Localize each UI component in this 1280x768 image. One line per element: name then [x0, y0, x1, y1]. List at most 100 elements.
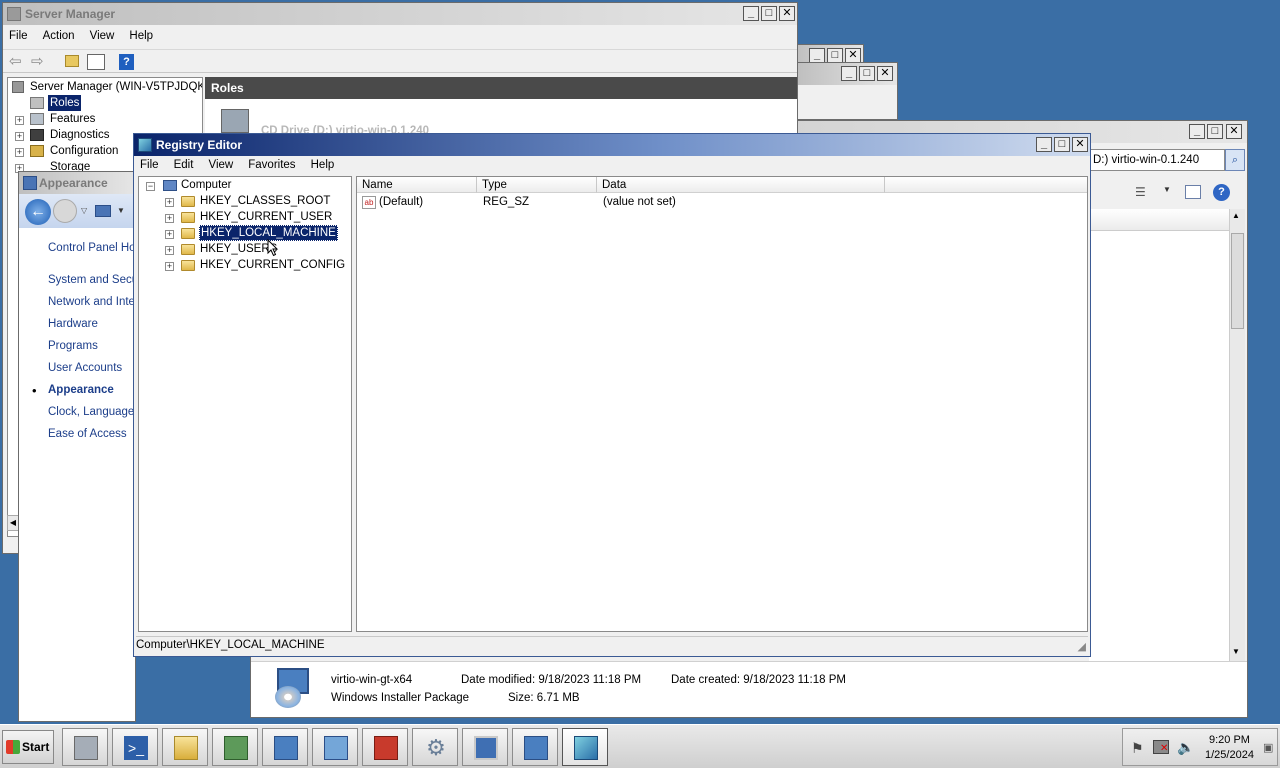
taskbar-remote-desktop[interactable] — [462, 728, 508, 766]
tree-item-configuration[interactable]: Configuration — [50, 143, 118, 159]
expand-hkey-classes-root[interactable]: + — [165, 198, 174, 207]
column-header-filler — [885, 177, 1087, 193]
column-header-data[interactable]: Data — [597, 177, 885, 193]
menu-edit[interactable]: Edit — [168, 156, 200, 171]
expand-hkey-current-config[interactable]: + — [165, 262, 174, 271]
chevron-down-icon[interactable]: ▽ — [81, 206, 87, 215]
expand-configuration[interactable]: + — [15, 148, 24, 157]
menu-help[interactable]: Help — [305, 156, 341, 171]
vertical-scrollbar[interactable]: ▲ ▼ — [1229, 209, 1245, 661]
registry-editor-window: Registry Editor _ □ ✕ File Edit View Fav… — [133, 133, 1091, 657]
status-path: Computer\HKEY_LOCAL_MACHINE — [136, 639, 325, 651]
taskbar-server-manager[interactable] — [62, 728, 108, 766]
minimize-button[interactable]: _ — [1036, 137, 1052, 152]
show-desktop-button[interactable]: ▣ — [1263, 741, 1273, 754]
menu-file[interactable]: File — [134, 156, 165, 171]
folder-icon — [174, 736, 198, 760]
forward-button[interactable] — [53, 199, 77, 223]
nav-link-ease-of-access[interactable]: Ease of Access — [48, 428, 127, 440]
nav-link-user-accounts[interactable]: User Accounts — [48, 362, 122, 374]
expand-hkey-users[interactable]: + — [165, 246, 174, 255]
menu-favorites[interactable]: Favorites — [242, 156, 301, 171]
collapse-computer[interactable]: − — [146, 182, 155, 191]
close-button[interactable]: ✕ — [1226, 124, 1242, 139]
expand-hkey-local-machine[interactable]: + — [165, 230, 174, 239]
taskbar-network[interactable] — [212, 728, 258, 766]
taskbar-registry-editor[interactable] — [562, 728, 608, 766]
scroll-down-icon[interactable]: ▼ — [1232, 647, 1240, 656]
close-button[interactable]: ✕ — [1072, 137, 1088, 152]
back-arrow-icon[interactable]: ⇦ — [9, 52, 22, 70]
start-button[interactable]: Start — [2, 730, 54, 764]
tree-item-roles[interactable]: Roles — [48, 95, 82, 111]
close-button[interactable]: ✕ — [779, 6, 795, 21]
scrollbar-thumb[interactable] — [1231, 233, 1244, 329]
nav-link-hardware[interactable]: Hardware — [48, 318, 98, 330]
tree-item-hkey-current-user[interactable]: HKEY_CURRENT_USER — [200, 209, 332, 225]
nav-link-programs[interactable]: Programs — [48, 340, 98, 352]
column-header-type[interactable]: Type — [477, 177, 597, 193]
expand-hkey-current-user[interactable]: + — [165, 214, 174, 223]
minimize-button[interactable]: _ — [809, 48, 825, 63]
help-icon[interactable]: ? — [119, 54, 134, 70]
date-created: Date created: 9/18/2023 11:18 PM — [671, 674, 846, 686]
volume-muted-icon[interactable]: 🔈 — [1177, 739, 1194, 756]
resize-grip-icon[interactable]: ◢ — [1078, 639, 1086, 656]
maximize-button[interactable]: □ — [859, 66, 875, 81]
table-row[interactable]: ab (Default) REG_SZ (value not set) — [357, 195, 1087, 211]
expand-features[interactable]: + — [15, 116, 24, 125]
nav-link-network-and-internet[interactable]: Network and Inte — [48, 296, 135, 308]
taskbar-powershell[interactable]: >_ — [112, 728, 158, 766]
tree-root-computer[interactable]: Computer — [181, 177, 232, 193]
taskbar-setup[interactable] — [512, 728, 558, 766]
maximize-button[interactable]: □ — [761, 6, 777, 21]
tree-item-features[interactable]: Features — [50, 111, 95, 127]
menu-help[interactable]: Help — [123, 27, 159, 42]
chevron-down-icon[interactable]: ▼ — [117, 206, 125, 215]
address-bar[interactable]: D:) virtio-win-0.1.240 — [1089, 149, 1225, 171]
menu-view[interactable]: View — [202, 156, 239, 171]
maximize-button[interactable]: □ — [1054, 137, 1070, 152]
close-button[interactable]: ✕ — [845, 48, 861, 63]
action-center-flag-icon[interactable]: ⚑ — [1131, 740, 1144, 757]
minimize-button[interactable]: _ — [1189, 124, 1205, 139]
tree-root-server-manager[interactable]: Server Manager (WIN-V5TPJDQKDI — [30, 79, 202, 95]
tree-item-hkey-current-config[interactable]: HKEY_CURRENT_CONFIG — [200, 257, 345, 273]
help-icon[interactable]: ? — [1213, 184, 1230, 201]
taskbar-toolbox[interactable] — [362, 728, 408, 766]
maximize-button[interactable]: □ — [1207, 124, 1223, 139]
nav-link-appearance[interactable]: Appearance — [48, 384, 114, 396]
view-options-icon[interactable]: ☰ — [1135, 185, 1151, 199]
clock-time[interactable]: 9:20 PM — [1209, 734, 1250, 746]
up-folder-icon[interactable] — [65, 55, 79, 67]
column-header-name[interactable]: Name — [357, 177, 477, 193]
tree-item-hkey-users[interactable]: HKEY_USERS — [200, 241, 277, 257]
scroll-up-icon[interactable]: ▲ — [1232, 211, 1240, 220]
console-tree-icon[interactable] — [87, 54, 105, 70]
taskbar-services[interactable]: ⚙ — [412, 728, 458, 766]
taskbar-installer[interactable] — [262, 728, 308, 766]
chevron-down-icon[interactable]: ▼ — [1163, 185, 1171, 194]
maximize-button[interactable]: □ — [827, 48, 843, 63]
forward-arrow-icon[interactable]: ⇨ — [31, 52, 44, 70]
menu-view[interactable]: View — [84, 27, 121, 42]
tree-item-hkey-classes-root[interactable]: HKEY_CLASSES_ROOT — [200, 193, 330, 209]
menu-file[interactable]: File — [3, 27, 34, 42]
minimize-button[interactable]: _ — [743, 6, 759, 21]
menu-action[interactable]: Action — [37, 27, 81, 42]
nav-link-clock-language[interactable]: Clock, Language, — [48, 406, 135, 418]
back-button[interactable]: ← — [25, 199, 51, 225]
network-status-icon[interactable]: ✕ — [1153, 740, 1169, 754]
tree-item-diagnostics[interactable]: Diagnostics — [50, 127, 109, 143]
search-button[interactable]: ⌕ — [1225, 149, 1245, 171]
minimize-button[interactable]: _ — [841, 66, 857, 81]
taskbar-explorer[interactable] — [162, 728, 208, 766]
nav-link-control-panel-home[interactable]: Control Panel Hom — [48, 242, 135, 254]
expand-diagnostics[interactable]: + — [15, 132, 24, 141]
taskbar-control-panel[interactable] — [312, 728, 358, 766]
close-button[interactable]: ✕ — [877, 66, 893, 81]
nav-link-system-and-security[interactable]: System and Secur — [48, 274, 135, 286]
preview-pane-icon[interactable] — [1185, 185, 1201, 199]
clock-date[interactable]: 1/25/2024 — [1205, 749, 1254, 761]
value-name: (Default) — [379, 196, 424, 208]
